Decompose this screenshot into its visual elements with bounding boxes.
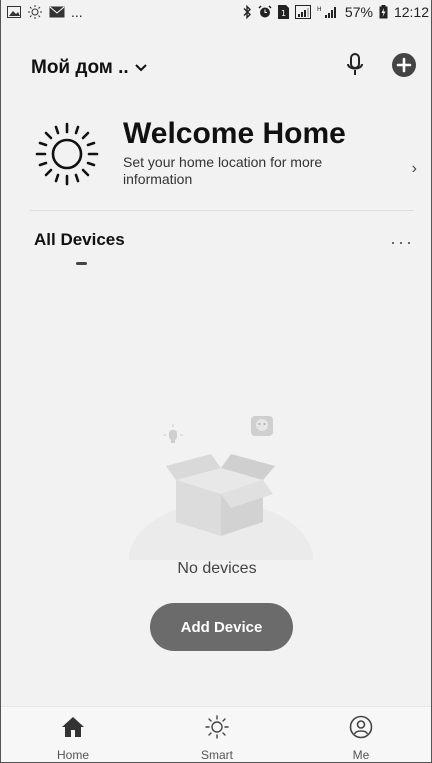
home-selector[interactable]: Мой дом ..	[31, 57, 129, 79]
devices-header: All Devices ···	[34, 230, 414, 265]
nav-label-home: Home	[56, 748, 89, 762]
bottom-nav: Home Smart Me	[1, 706, 431, 762]
nav-label-me: Me	[352, 748, 370, 762]
welcome-subtitle: Set your home location for more informat…	[123, 154, 323, 187]
sun-icon	[27, 5, 43, 19]
chevron-right-icon[interactable]: ›	[412, 160, 417, 178]
image-icon	[7, 6, 21, 18]
home-icon	[60, 715, 86, 744]
status-right: 1 H 57% 12:12	[242, 4, 429, 20]
status-bar: ... 1 H 57% 12:12	[1, 0, 431, 24]
welcome-text: Welcome Home Set your home location for …	[123, 118, 373, 188]
status-left: ...	[7, 4, 83, 20]
sun-icon	[31, 118, 103, 190]
svg-text:H: H	[317, 6, 322, 13]
bluetooth-icon	[242, 5, 252, 19]
home-header: Мой дом ..	[1, 50, 431, 86]
tab-indicator	[76, 262, 87, 265]
chevron-down-icon[interactable]	[134, 64, 147, 72]
divider	[29, 210, 413, 211]
add-icon[interactable]	[391, 52, 417, 78]
add-device-button[interactable]: Add Device	[150, 603, 293, 651]
nav-label-smart: Smart	[200, 748, 233, 762]
microphone-icon[interactable]	[345, 52, 365, 78]
tab-all-devices[interactable]: All Devices	[34, 230, 125, 249]
sim-icon: 1	[277, 5, 289, 19]
profile-icon	[348, 715, 374, 744]
svg-text:1: 1	[281, 9, 286, 18]
welcome-card[interactable]: Welcome Home Set your home location for …	[31, 112, 417, 194]
empty-box-illustration	[121, 410, 321, 618]
welcome-title: Welcome Home	[123, 117, 346, 150]
empty-state-text: No devices	[177, 560, 257, 577]
battery-icon	[379, 5, 388, 19]
mail-icon	[49, 6, 65, 18]
sun-icon	[204, 715, 230, 744]
signal-icon: H	[317, 5, 339, 19]
alarm-icon	[258, 5, 272, 19]
status-time: 12:12	[393, 4, 429, 20]
nav-item-me[interactable]: Me	[311, 707, 411, 762]
more-icon[interactable]: ···	[390, 232, 414, 253]
app-screen: ... 1 H 57% 12:12 Мой дом .. Welcome Hom…	[0, 0, 432, 763]
header-actions	[345, 52, 417, 78]
battery-percent: 57%	[344, 4, 373, 20]
nav-item-smart[interactable]: Smart	[167, 707, 267, 762]
status-left-text: ...	[71, 4, 83, 20]
signal-icon	[294, 5, 311, 19]
nav-item-home[interactable]: Home	[23, 707, 123, 762]
